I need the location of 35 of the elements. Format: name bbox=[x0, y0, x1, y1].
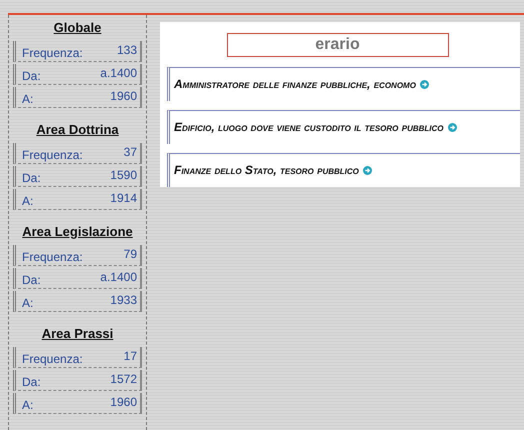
stat-value: a.1400 bbox=[100, 66, 137, 80]
stat-value: 1960 bbox=[110, 89, 137, 103]
section-heading: Area Prassi bbox=[42, 326, 114, 341]
stat-value: 1960 bbox=[110, 395, 137, 409]
stat-label: Da: bbox=[22, 171, 41, 186]
stat-label: Da: bbox=[22, 69, 41, 84]
stat-label: Frequenza: bbox=[22, 250, 83, 265]
stat-label: A: bbox=[22, 296, 34, 311]
stat-label: Da: bbox=[22, 375, 41, 390]
definition-text: Finanze dello Stato, tesoro pubblico bbox=[174, 163, 359, 177]
stat-label: A: bbox=[22, 194, 34, 209]
stat-label: Frequenza: bbox=[22, 46, 83, 61]
stat-label: Frequenza: bbox=[22, 352, 83, 367]
stat-label: Da: bbox=[22, 273, 41, 288]
stat-label: A: bbox=[22, 92, 34, 107]
search-term: erario bbox=[226, 33, 448, 57]
arrow-icon[interactable] bbox=[362, 166, 372, 175]
arrow-icon[interactable] bbox=[420, 80, 429, 89]
section-heading: Area Dottrina bbox=[36, 122, 119, 137]
definition-text: Amministratore delle finanze pubbliche, economo bbox=[174, 77, 416, 91]
section-heading: Area Legislazione bbox=[22, 224, 133, 239]
stat-value: 79 bbox=[124, 247, 137, 261]
stat-value: 1572 bbox=[110, 372, 137, 386]
stat-value: 133 bbox=[116, 43, 137, 57]
definition-text: Edificio, luogo dove viene custodito il tesoro pubblico bbox=[174, 120, 444, 134]
stat-value: a.1400 bbox=[100, 270, 137, 284]
section-heading: Globale bbox=[54, 20, 102, 35]
stat-label: A: bbox=[22, 398, 34, 413]
arrow-icon[interactable] bbox=[448, 123, 457, 132]
stat-value: 1914 bbox=[110, 191, 137, 205]
stat-value: 17 bbox=[124, 349, 137, 363]
stat-value: 37 bbox=[124, 145, 137, 159]
stat-value: 1590 bbox=[110, 168, 137, 182]
stat-label: Frequenza: bbox=[22, 148, 83, 163]
stat-value: 1933 bbox=[110, 293, 137, 307]
